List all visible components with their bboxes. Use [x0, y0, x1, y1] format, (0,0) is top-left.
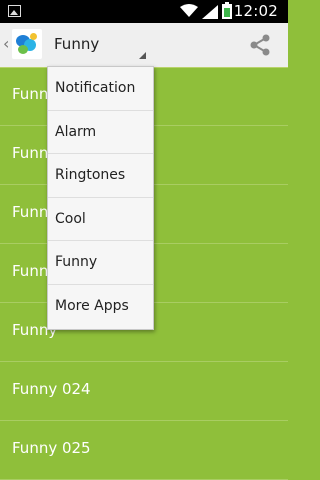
menu-item-label: Cool	[55, 210, 86, 227]
action-bar: ‹ Funny	[0, 23, 288, 68]
signal-icon	[202, 5, 218, 19]
menu-item-label: Notification	[55, 80, 136, 96]
wifi-icon	[180, 4, 198, 17]
menu-item-alarm[interactable]: Alarm	[48, 111, 153, 155]
status-bar: 12:02	[0, 0, 288, 23]
list-item-label: Funny 024	[12, 380, 91, 398]
category-dropdown-menu: Notification Alarm Ringtones Cool Funny …	[47, 66, 154, 330]
gallery-notification-icon	[8, 5, 21, 17]
menu-item-label: Ringtones	[55, 167, 126, 184]
menu-item-label: Funny	[55, 254, 98, 271]
status-clock: 12:02	[233, 2, 278, 20]
share-icon[interactable]	[249, 33, 271, 57]
app-icon[interactable]	[12, 29, 42, 59]
battery-icon	[222, 2, 232, 19]
page-title[interactable]: Funny	[54, 35, 99, 53]
menu-item-cool[interactable]: Cool	[48, 198, 153, 242]
menu-item-notification[interactable]: Notification	[48, 67, 153, 111]
up-caret-icon[interactable]: ‹	[3, 36, 9, 52]
list-item[interactable]: Funny 024	[0, 362, 288, 421]
menu-item-more-apps[interactable]: More Apps	[48, 285, 153, 329]
menu-item-label: Alarm	[55, 123, 97, 140]
spinner-indicator-icon[interactable]	[139, 52, 146, 59]
menu-item-ringtones[interactable]: Ringtones	[48, 154, 153, 198]
list-item[interactable]: Funny 025	[0, 421, 288, 480]
menu-item-funny[interactable]: Funny	[48, 241, 153, 285]
menu-item-label: More Apps	[55, 297, 129, 314]
list-item-label: Funny 025	[12, 439, 91, 457]
